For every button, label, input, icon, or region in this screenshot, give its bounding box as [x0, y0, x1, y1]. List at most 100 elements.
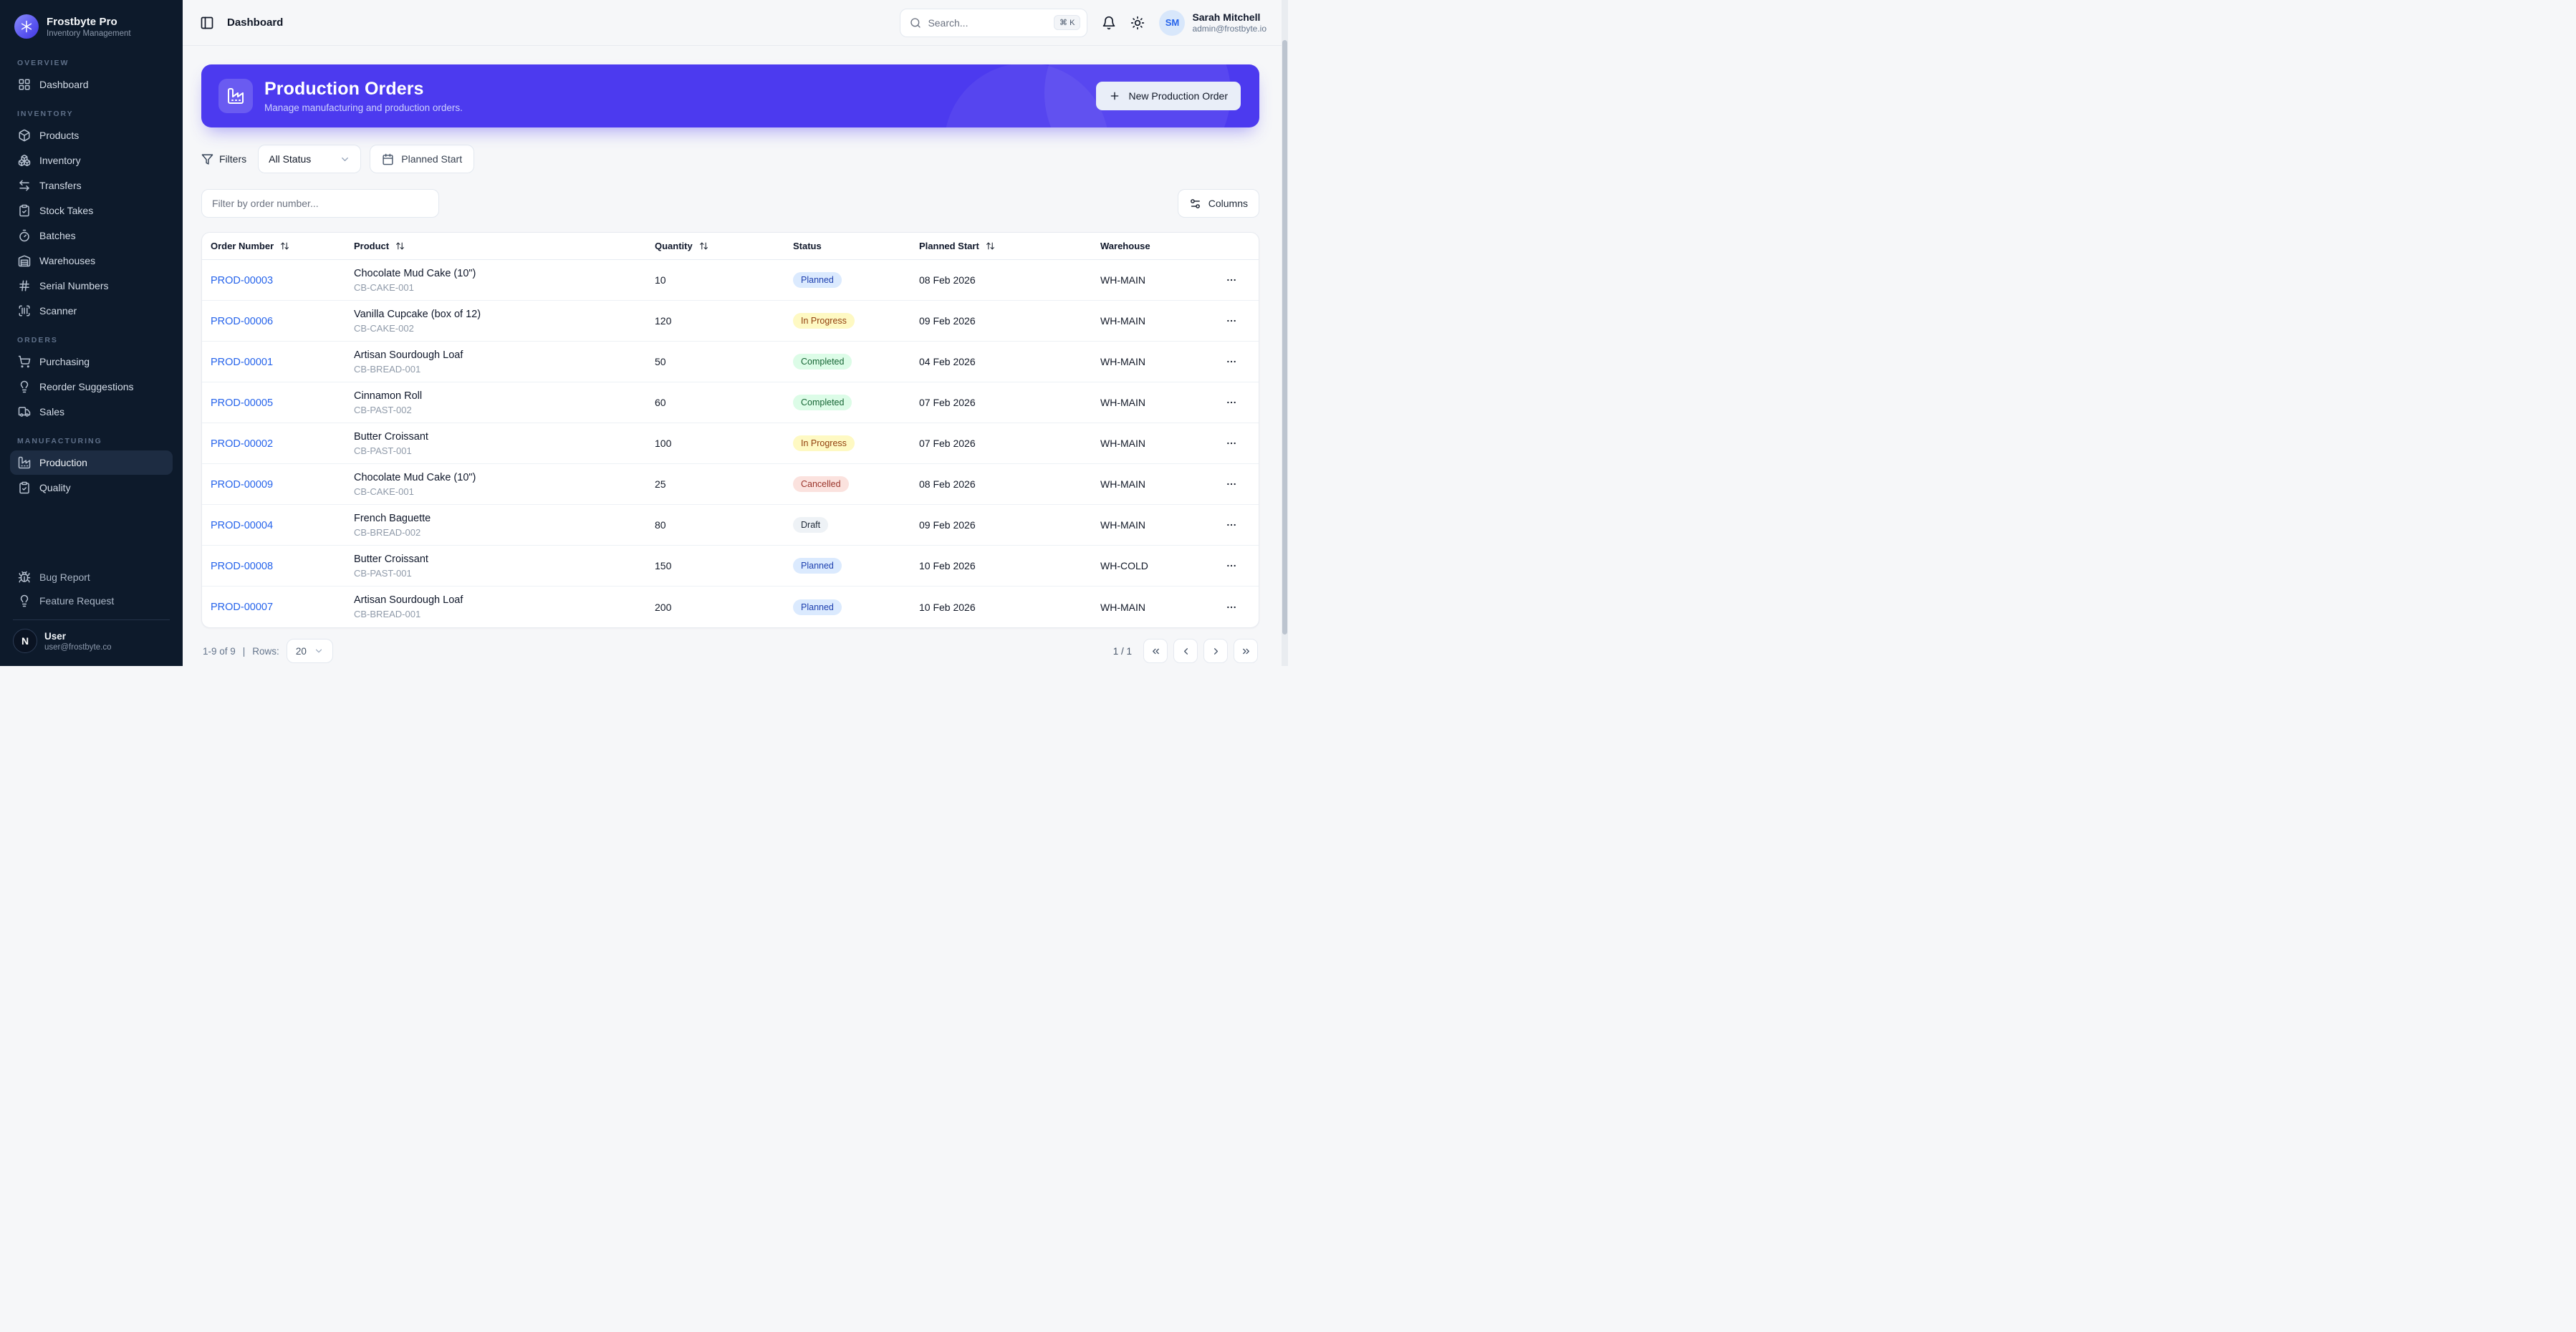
sidebar-toggle-button[interactable]: [200, 16, 214, 30]
table-row[interactable]: PROD-00004 French Baguette CB-BREAD-002 …: [202, 505, 1259, 546]
row-actions-button[interactable]: [1221, 311, 1241, 331]
row-actions-button[interactable]: [1221, 556, 1241, 576]
filters-row: Filters All Status Planned Start: [201, 145, 1259, 173]
product-name: Butter Croissant: [354, 553, 428, 565]
scrollbar-thumb[interactable]: [1282, 40, 1287, 634]
search-shortcut-badge: ⌘ K: [1054, 15, 1081, 30]
chevrons-right-icon: [1242, 648, 1249, 654]
sidebar-item[interactable]: Batches: [10, 223, 173, 248]
sort-icon[interactable]: [280, 241, 289, 251]
transfers-icon: [19, 180, 29, 191]
warehouse-cell: WH-MAIN: [1100, 519, 1145, 531]
table-row[interactable]: PROD-00008 Butter Croissant CB-PAST-001 …: [202, 546, 1259, 587]
order-number-link[interactable]: PROD-00007: [211, 602, 273, 613]
table-row[interactable]: PROD-00005 Cinnamon Roll CB-PAST-002 60 …: [202, 382, 1259, 423]
banner-icon-box: [218, 79, 253, 113]
table-row[interactable]: PROD-00002 Butter Croissant CB-PAST-001 …: [202, 423, 1259, 464]
dashboard-icon: [19, 79, 30, 90]
scan-barcode-icon: [19, 305, 30, 317]
order-number-link[interactable]: PROD-00003: [211, 275, 273, 286]
row-actions-button[interactable]: [1221, 597, 1241, 617]
first-page-button[interactable]: [1143, 639, 1168, 663]
order-number-link[interactable]: PROD-00009: [211, 479, 273, 491]
order-number-link[interactable]: PROD-00005: [211, 397, 273, 409]
sidebar-item[interactable]: Quality: [10, 476, 173, 500]
user-name: User: [44, 630, 67, 642]
order-number-link[interactable]: PROD-00006: [211, 316, 273, 327]
profile-menu[interactable]: SM Sarah Mitchell admin@frostbyte.io: [1159, 9, 1267, 36]
sidebar-item[interactable]: Transfers: [10, 173, 173, 198]
order-number-link[interactable]: PROD-00008: [211, 561, 273, 572]
sidebar-item[interactable]: Dashboard: [10, 72, 173, 97]
sort-icon[interactable]: [395, 241, 405, 251]
sidebar-item[interactable]: Reorder Suggestions: [10, 375, 173, 399]
theme-toggle-button[interactable]: [1130, 16, 1145, 30]
warehouse-cell: WH-MAIN: [1100, 356, 1145, 367]
truck-icon: [18, 407, 31, 417]
previous-page-button[interactable]: [1173, 639, 1198, 663]
status-filter-select[interactable]: All Status: [258, 145, 362, 173]
table-row[interactable]: PROD-00006 Vanilla Cupcake (box of 12) C…: [202, 301, 1259, 342]
table-row[interactable]: PROD-00001 Artisan Sourdough Loaf CB-BRE…: [202, 342, 1259, 382]
rows-per-page-select[interactable]: 20: [286, 639, 333, 663]
product-sku: CB-BREAD-001: [354, 363, 421, 375]
order-number-link[interactable]: PROD-00002: [211, 438, 273, 450]
chevron-left-icon: [1183, 647, 1188, 655]
table-row[interactable]: PROD-00007 Artisan Sourdough Loaf CB-BRE…: [202, 587, 1259, 627]
ellipsis-icon: [1227, 606, 1236, 608]
profile-name: Sarah Mitchell: [1192, 11, 1261, 23]
sort-icon[interactable]: [699, 241, 708, 251]
sidebar-item[interactable]: Products: [10, 123, 173, 148]
table-row[interactable]: PROD-00009 Chocolate Mud Cake (10") CB-C…: [202, 464, 1259, 505]
sidebar-item-label: Batches: [39, 230, 76, 241]
row-actions-button[interactable]: [1221, 433, 1241, 453]
sidebar-item[interactable]: Stock Takes: [10, 198, 173, 223]
last-page-button[interactable]: [1234, 639, 1258, 663]
warehouse-cell: WH-MAIN: [1100, 397, 1145, 408]
chevron-down-icon: [342, 157, 349, 161]
sidebar-footer-item[interactable]: Bug Report: [10, 566, 173, 589]
next-page-button[interactable]: [1203, 639, 1228, 663]
row-actions-button[interactable]: [1221, 474, 1241, 494]
ellipsis-icon: [1227, 279, 1236, 281]
profile-email: admin@frostbyte.io: [1192, 24, 1267, 34]
order-number-link[interactable]: PROD-00001: [211, 357, 273, 368]
product-sku: CB-BREAD-001: [354, 609, 421, 619]
row-actions-button[interactable]: [1221, 352, 1241, 372]
sidebar-item-label: Sales: [39, 406, 65, 418]
panel-left-icon: [201, 16, 213, 29]
sidebar-item[interactable]: Inventory: [10, 148, 173, 173]
planned-start-date-button[interactable]: Planned Start: [370, 145, 475, 173]
new-production-order-button[interactable]: New Production Order: [1096, 82, 1241, 110]
row-actions-button[interactable]: [1221, 392, 1241, 412]
order-number-filter-input[interactable]: [201, 189, 439, 218]
sidebar-item[interactable]: Purchasing: [10, 349, 173, 374]
sidebar-item[interactable]: Production: [10, 450, 173, 475]
order-number-link[interactable]: PROD-00004: [211, 520, 273, 531]
settings-sliders-icon: [1190, 198, 1200, 208]
sidebar-user[interactable]: N User user@frostbyte.co: [10, 627, 173, 655]
notifications-button[interactable]: [1102, 16, 1116, 30]
sidebar-item-label: Reorder Suggestions: [39, 381, 134, 392]
table-row[interactable]: PROD-00003 Chocolate Mud Cake (10") CB-C…: [202, 260, 1259, 301]
scrollbar[interactable]: [1282, 0, 1288, 666]
column-header-quantity: Quantity: [646, 241, 784, 251]
brand-subtitle: Inventory Management: [47, 29, 131, 38]
sidebar-footer-item[interactable]: Feature Request: [10, 589, 173, 612]
columns-button[interactable]: Columns: [1177, 189, 1259, 218]
sidebar-item[interactable]: Scanner: [10, 299, 173, 323]
sidebar-item[interactable]: Sales: [10, 400, 173, 424]
section-label-overview: OVERVIEW: [17, 59, 69, 67]
search-icon: [910, 17, 921, 28]
status-badge: In Progress: [793, 313, 855, 329]
sidebar-item[interactable]: Warehouses: [10, 248, 173, 273]
sidebar-item[interactable]: Serial Numbers: [10, 274, 173, 298]
search-input[interactable]: Search... ⌘ K: [900, 8, 1088, 37]
sidebar-footer: Bug Report Feature Request N User user@f…: [10, 566, 173, 655]
quantity-cell: 10: [655, 274, 666, 286]
row-actions-button[interactable]: [1221, 270, 1241, 290]
sidebar-item-label: Dashboard: [39, 79, 89, 90]
product-sku: CB-PAST-002: [354, 404, 412, 415]
sort-icon[interactable]: [986, 241, 995, 251]
row-actions-button[interactable]: [1221, 515, 1241, 535]
